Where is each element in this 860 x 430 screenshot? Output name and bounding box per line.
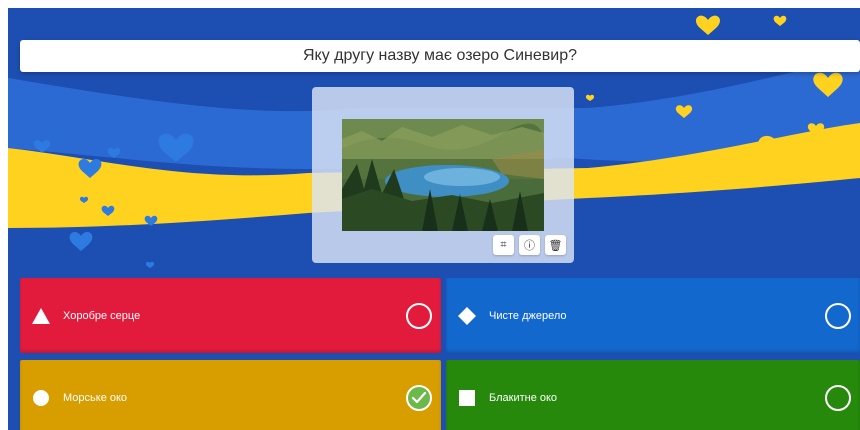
triangle-icon <box>32 307 50 325</box>
question-title[interactable]: Яку другу назву має озеро Синевир? <box>20 40 860 72</box>
checkmark-icon <box>412 391 426 403</box>
correct-toggle[interactable] <box>406 302 432 329</box>
crop-icon[interactable]: ⌗ <box>493 235 514 255</box>
trash-icon[interactable]: 🗑 <box>545 235 566 255</box>
answer-option-4[interactable]: Блакитне око <box>446 360 860 430</box>
correct-toggle[interactable] <box>825 302 851 329</box>
square-icon <box>458 389 476 407</box>
correct-toggle[interactable] <box>825 384 851 411</box>
answer-label: Чисте джерело <box>489 309 567 322</box>
diamond-icon <box>458 306 476 325</box>
answer-option-2[interactable]: Чисте джерело <box>446 278 860 353</box>
correct-toggle-checked[interactable] <box>406 384 432 411</box>
circle-icon <box>32 389 50 407</box>
lake-photo <box>342 119 544 231</box>
info-icon[interactable]: ⓘ <box>519 235 540 255</box>
question-media[interactable]: ⌗ ⓘ 🗑 <box>312 87 574 263</box>
media-toolbar: ⌗ ⓘ 🗑 <box>493 235 566 255</box>
quiz-stage: Яку другу назву має озеро Синевир? ⌗ ⓘ 🗑 <box>8 8 860 430</box>
answer-option-1[interactable]: Хоробре серце <box>20 278 441 353</box>
answer-label: Хоробре серце <box>63 309 141 322</box>
answer-label: Блакитне око <box>489 391 558 404</box>
answer-label: Морське око <box>63 391 128 404</box>
answer-option-3[interactable]: Морське око <box>20 360 441 430</box>
